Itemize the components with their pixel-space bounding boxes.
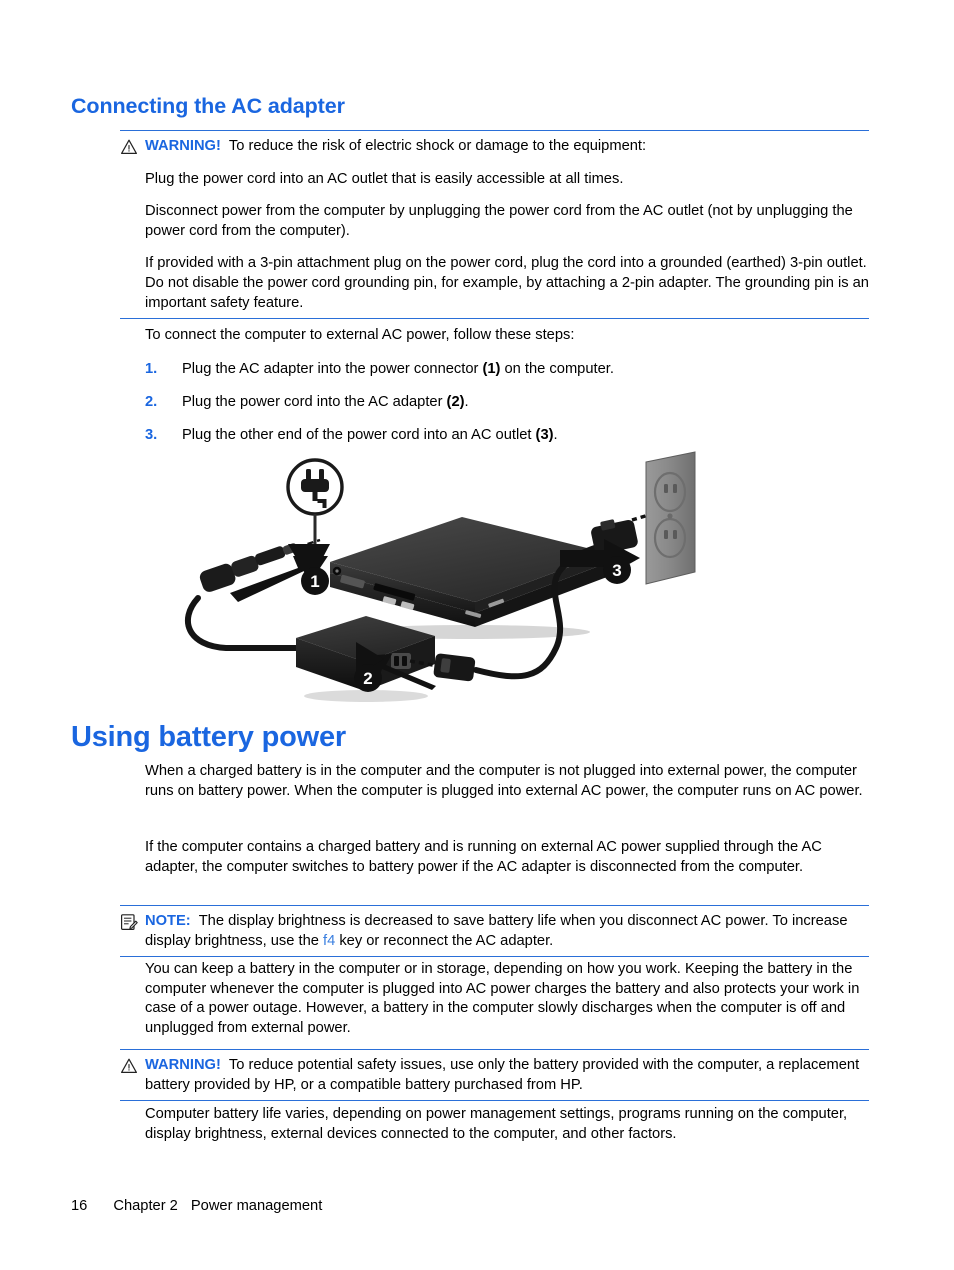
page-footer: 16 Chapter 2 Power management — [71, 1198, 322, 1214]
warning2-body: To reduce potential safety issues, use o… — [145, 1057, 860, 1093]
warning-lead-text: To reduce the risk of electric shock or … — [228, 138, 647, 154]
warning-callout-battery-safety: WARNING! To reduce potential safety issue… — [120, 1049, 869, 1102]
warning-callout-electric-shock: WARNING! To reduce the risk of electric s… — [120, 130, 869, 320]
page-title-using-battery-power: Using battery power — [71, 721, 346, 753]
warning-lead-line: WARNING! To reduce the risk of electric s… — [145, 137, 869, 157]
list-item-text-after: on the computer. — [500, 361, 614, 377]
list-item-number: 3. — [145, 427, 158, 444]
list-item-text-before: Plug the AC adapter into the power conne… — [182, 361, 483, 377]
list-item-text-after: . — [464, 394, 469, 411]
warning-triangle-icon — [120, 1057, 138, 1075]
footer-page-number: 16 — [71, 1198, 88, 1214]
battery-paragraph-1: When a charged battery is in the compute… — [145, 763, 863, 799]
list-item: 2. Plug the power cord into the AC adapt… — [145, 393, 869, 413]
warning-paragraph-3: If provided with a 3-pin attachment plug… — [145, 255, 869, 311]
steps-list: 1. Plug the AC adapter into the power co… — [145, 360, 869, 459]
callout-badge-3-label: 3 — [612, 561, 621, 580]
callout-badge-1-label: 1 — [310, 572, 319, 591]
document-page: Connecting the AC adapter WARNING! To red… — [0, 0, 954, 1270]
battery-paragraph-4: Computer battery life varies, depending … — [145, 1106, 848, 1142]
list-item-number: 2. — [145, 394, 158, 411]
list-item-text-before: Plug the power cord into the AC adapter — [182, 394, 447, 411]
note-text-after: key or reconnect the AC adapter. — [335, 932, 554, 949]
ac-adapter-connection-diagram: 1 2 3 — [170, 450, 700, 705]
list-item: 1. Plug the AC adapter into the power co… — [145, 360, 869, 380]
footer-chapter-title: Power management — [190, 1198, 323, 1214]
page-title-connecting-ac-adapter: Connecting the AC adapter — [71, 94, 345, 118]
battery-paragraph-3: You can keep a battery in the computer o… — [145, 961, 860, 1036]
list-item-callout: (1) — [482, 361, 501, 377]
note-label: NOTE: — [145, 913, 191, 929]
list-item-callout: (2) — [446, 394, 465, 411]
callout-badge-1: 1 — [301, 567, 329, 595]
warning-triangle-icon — [120, 138, 138, 156]
callout-badge-3: 3 — [603, 556, 631, 584]
list-item-text-after: . — [553, 427, 558, 444]
callout-badge-2: 2 — [354, 664, 382, 692]
warning-label: WARNING! — [145, 1057, 221, 1073]
note-clipboard-icon — [120, 913, 138, 931]
footer-chapter: Chapter 2 — [113, 1198, 178, 1214]
warning-label: WARNING! — [145, 138, 221, 154]
steps-intro-paragraph: To connect the computer to external AC p… — [145, 327, 575, 343]
callout-badge-2-label: 2 — [363, 669, 372, 688]
list-item-number: 1. — [145, 361, 158, 377]
list-item: 3. Plug the other end of the power cord … — [145, 426, 869, 446]
battery-paragraph-2: If the computer contains a charged batte… — [145, 839, 822, 875]
warning2-text: WARNING! To reduce potential safety issue… — [145, 1056, 869, 1095]
list-item-text-before: Plug the other end of the power cord int… — [182, 427, 536, 444]
warning-paragraph-1: Plug the power cord into an AC outlet th… — [145, 170, 624, 187]
warning-paragraph-2: Disconnect power from the computer by un… — [145, 203, 853, 239]
note-text: NOTE: The display brightness is decreased… — [145, 912, 869, 951]
list-item-callout: (3) — [535, 427, 554, 444]
wall-outlet — [645, 451, 696, 585]
note-callout-display-brightness: NOTE: The display brightness is decreased… — [120, 905, 869, 958]
note-key-link[interactable]: f4 — [323, 933, 335, 949]
